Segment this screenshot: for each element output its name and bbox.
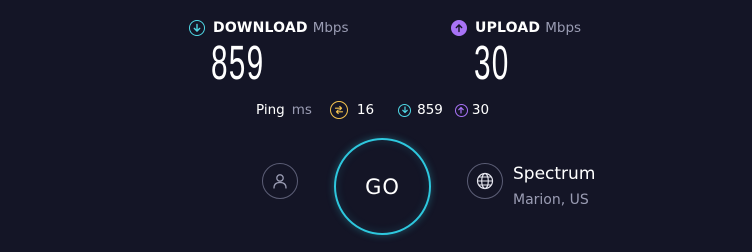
ping-upload-value: 30 — [471, 102, 490, 118]
arrow-down-circle-icon — [189, 20, 205, 36]
upload-label: UPLOAD — [475, 20, 541, 36]
ping-idle-value: 16 — [356, 102, 375, 118]
download-label: DOWNLOAD — [213, 20, 308, 36]
arrow-up-circle-icon — [451, 20, 467, 36]
ping-label: Ping — [256, 102, 285, 118]
download-unit: Mbps — [312, 20, 349, 36]
ping-row: Ping ms 16 859 30 — [256, 99, 501, 121]
globe-icon — [475, 171, 495, 191]
provider-button[interactable] — [467, 163, 503, 199]
upload-unit: Mbps — [545, 20, 582, 36]
user-icon — [271, 172, 289, 190]
download-header: DOWNLOAD Mbps — [189, 18, 349, 38]
ping-download-value: 859 — [417, 102, 443, 118]
provider-name[interactable]: Spectrum — [513, 164, 595, 184]
upload-header: UPLOAD Mbps — [451, 18, 581, 38]
ping-download-icon — [398, 103, 412, 117]
ping-upload-icon — [454, 103, 468, 117]
download-value: 859 — [211, 37, 265, 90]
download-metric: DOWNLOAD Mbps — [189, 18, 349, 38]
ping-icon — [329, 101, 348, 119]
provider-info: Spectrum Marion, US — [513, 164, 595, 208]
ping-unit: ms — [291, 102, 312, 118]
upload-value: 30 — [474, 37, 510, 90]
provider-location: Marion, US — [513, 192, 589, 208]
go-button-label: GO — [365, 174, 400, 199]
account-button[interactable] — [262, 163, 298, 199]
upload-metric: UPLOAD Mbps — [451, 18, 581, 38]
go-button[interactable]: GO — [334, 138, 431, 235]
